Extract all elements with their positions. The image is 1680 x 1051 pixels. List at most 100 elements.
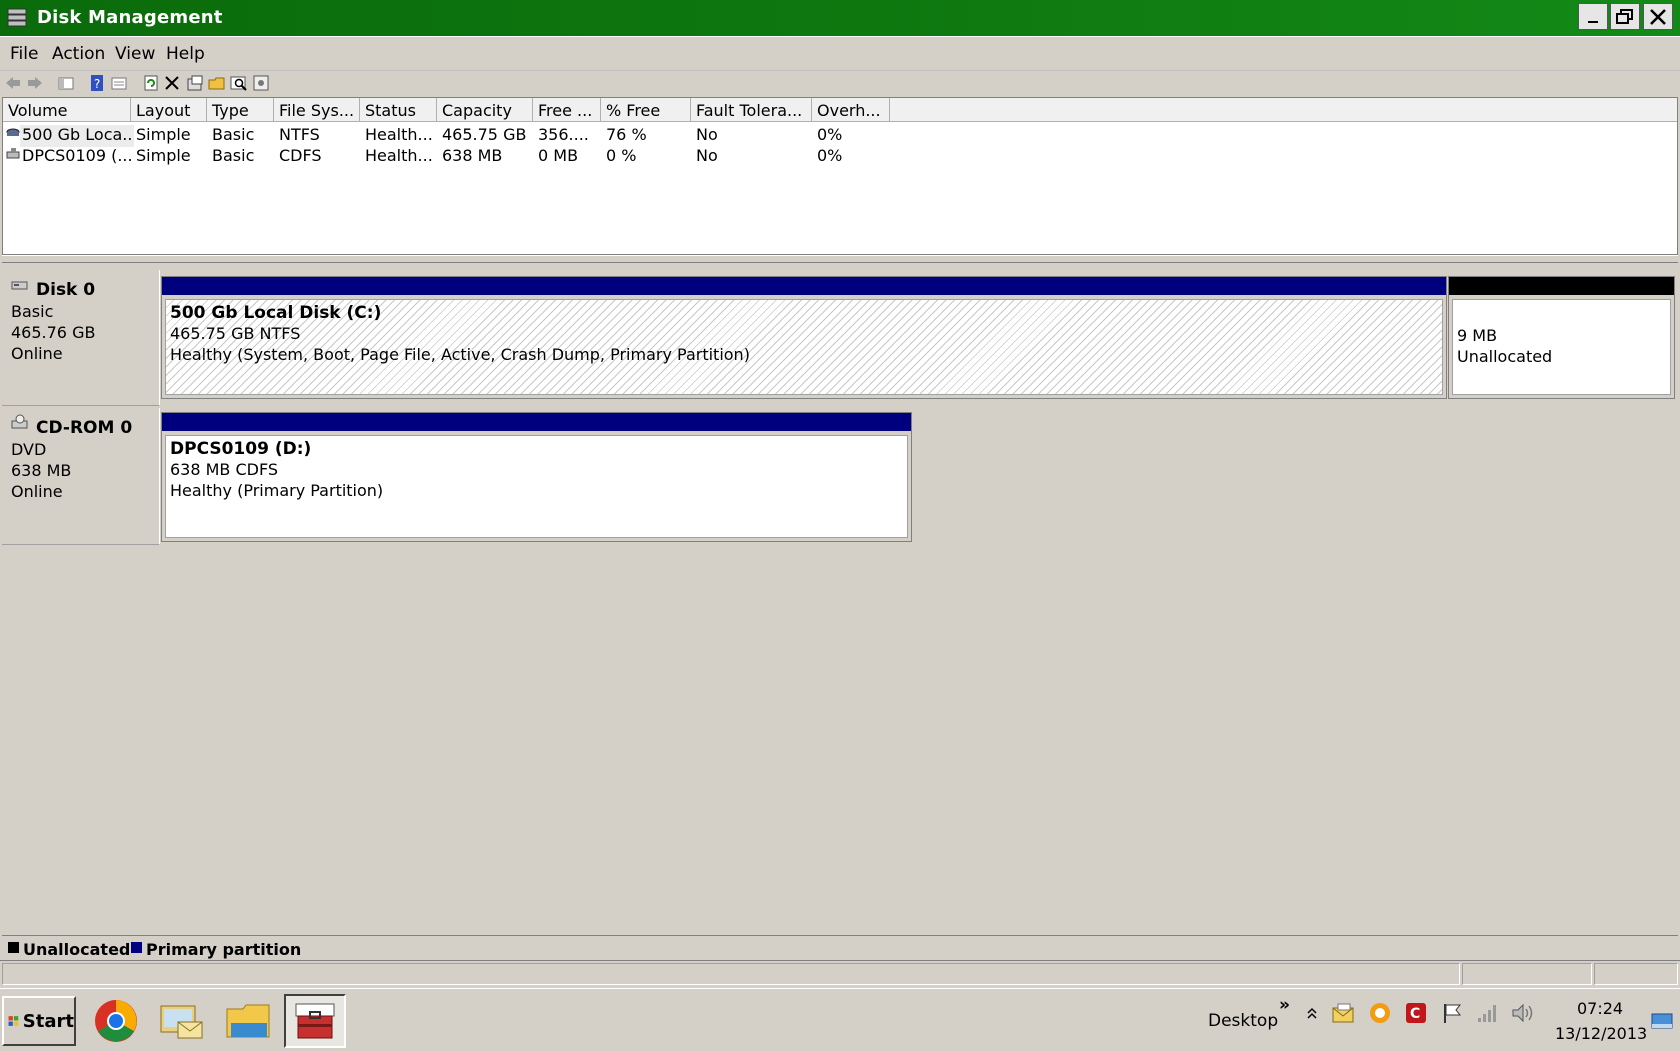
partition-status: Healthy (Primary Partition) [170, 481, 384, 500]
refresh-icon[interactable] [142, 74, 160, 92]
start-button[interactable]: Start [2, 996, 76, 1046]
show-hide-console-tree-icon[interactable] [57, 74, 75, 92]
tray-network[interactable] [1476, 1001, 1500, 1025]
unallocated-space[interactable]: 9 MB Unallocated [1448, 276, 1675, 399]
volume-list: Volume Layout Type File Sys... Status Ca… [2, 97, 1678, 255]
tray-action-center[interactable] [1440, 1001, 1464, 1025]
tray-show-hidden[interactable] [1300, 1001, 1324, 1025]
cell-volume: 500 Gb Loca... [20, 125, 134, 147]
column-header-filesystem[interactable]: File Sys... [274, 98, 360, 122]
cdrom-0-label[interactable]: CD-ROM 0 DVD 638 MB Online [2, 408, 160, 545]
disk-type: Basic [11, 302, 54, 321]
toolbar-overflow-chevron[interactable]: » [1279, 995, 1290, 1015]
cell-overhead: 0% [817, 146, 843, 165]
partition-title: 500 Gb Local Disk (C:) [170, 303, 382, 323]
taskbar-mail-explorer[interactable] [150, 994, 212, 1048]
menu-file[interactable]: File [10, 44, 38, 64]
minimize-button[interactable] [1578, 3, 1608, 30]
menu-action[interactable]: Action [52, 44, 105, 64]
legend: Unallocated Primary partition [2, 935, 1678, 959]
status-segment-2 [1462, 963, 1592, 985]
title-bar[interactable]: Disk Management [0, 0, 1680, 36]
column-header-free[interactable]: Free ... [533, 98, 601, 122]
partition-d-body: DPCS0109 (D:) 638 MB CDFS Healthy (Prima… [165, 435, 908, 538]
column-header-percent-free[interactable]: % Free [601, 98, 691, 122]
disk-0-label[interactable]: Disk 0 Basic 465.76 GB Online [2, 270, 160, 406]
menu-bar: File Action View Help [0, 36, 1680, 71]
column-header-volume[interactable]: Volume [3, 98, 131, 122]
mail-icon [1332, 1003, 1354, 1023]
disk-type: DVD [11, 440, 47, 459]
disk-name: Disk 0 [36, 280, 96, 300]
cell-type: Basic [212, 146, 255, 165]
start-label: Start [22, 1010, 74, 1032]
cell-fault-tolerance: No [696, 125, 718, 144]
partition-c-body: 500 Gb Local Disk (C:) 465.75 GB NTFS He… [165, 299, 1443, 395]
back-icon[interactable] [4, 74, 22, 92]
toolbox-icon [295, 1003, 335, 1039]
hard-disk-icon [11, 281, 28, 290]
partition-status: Healthy (System, Boot, Page File, Active… [170, 345, 750, 364]
svg-text:C: C [1410, 1006, 1420, 1022]
pane-splitter[interactable] [2, 255, 1678, 263]
desktop-toolbar-label[interactable]: Desktop [1208, 1011, 1278, 1031]
explore-icon[interactable] [230, 74, 248, 92]
partition-c[interactable]: 500 Gb Local Disk (C:) 465.75 GB NTFS He… [161, 276, 1447, 399]
cell-layout: Simple [136, 146, 191, 165]
column-header-fault-tolerance[interactable]: Fault Tolera... [691, 98, 812, 122]
svg-text:?: ? [94, 77, 100, 91]
close-button[interactable] [1643, 3, 1673, 30]
mail-explorer-icon [160, 1005, 203, 1039]
network-signal-icon [1478, 1005, 1496, 1022]
forward-icon[interactable] [26, 74, 44, 92]
cell-filesystem: CDFS [279, 146, 322, 165]
status-bar [0, 960, 1680, 989]
show-desktop-button[interactable] [1650, 1009, 1674, 1033]
menu-view[interactable]: View [115, 44, 155, 64]
open-icon[interactable] [208, 74, 226, 92]
column-header-capacity[interactable]: Capacity [437, 98, 533, 122]
clock-date[interactable]: 13/12/2013 [1555, 1024, 1647, 1043]
tray-mail[interactable] [1332, 1001, 1356, 1025]
partition-d[interactable]: DPCS0109 (D:) 638 MB CDFS Healthy (Prima… [161, 412, 912, 542]
minimize-icon [1588, 20, 1598, 23]
column-header-type[interactable]: Type [207, 98, 274, 122]
disk-status: Online [11, 344, 63, 363]
tray-avast[interactable] [1368, 1001, 1392, 1025]
properties-icon[interactable] [186, 74, 204, 92]
toolbar: ? [0, 70, 1680, 95]
column-header-overhead[interactable]: Overh... [812, 98, 890, 122]
taskbar-file-explorer[interactable] [218, 994, 280, 1048]
speaker-icon [1512, 1003, 1533, 1023]
clock-time[interactable]: 07:24 [1577, 999, 1623, 1018]
disk-size: 638 MB [11, 461, 72, 480]
restore-button[interactable] [1610, 3, 1640, 30]
taskbar-disk-management[interactable] [284, 994, 346, 1048]
properties-list-icon[interactable] [110, 74, 128, 92]
unallocated-status: Unallocated [1457, 347, 1553, 366]
primary-partition-bar [162, 413, 911, 431]
cell-filesystem: NTFS [279, 125, 320, 144]
column-header-layout[interactable]: Layout [131, 98, 207, 122]
partition-size-fs: 465.75 GB NTFS [170, 324, 301, 343]
delete-icon[interactable] [163, 74, 181, 92]
column-header-status[interactable]: Status [360, 98, 437, 122]
legend-unallocated-label: Unallocated [23, 940, 131, 959]
unallocated-size: 9 MB [1457, 326, 1498, 345]
legend-primary-label: Primary partition [146, 940, 302, 959]
tray-security[interactable]: C [1404, 1001, 1428, 1025]
taskbar-chrome[interactable] [85, 994, 147, 1048]
primary-partition-bar [162, 277, 1446, 295]
disk-size: 465.76 GB [11, 323, 96, 342]
show-desktop-icon [1651, 1013, 1673, 1029]
flag-icon [1444, 1004, 1462, 1023]
tray-volume[interactable] [1510, 1001, 1534, 1025]
cell-status: Health... [365, 125, 433, 144]
window-title: Disk Management [37, 7, 223, 28]
menu-help[interactable]: Help [166, 44, 205, 64]
settings-icon[interactable] [252, 74, 270, 92]
cd-drive-icon [11, 414, 28, 429]
cell-free: 356.... [538, 125, 589, 144]
cell-layout: Simple [136, 125, 191, 144]
help-icon[interactable]: ? [88, 74, 106, 92]
